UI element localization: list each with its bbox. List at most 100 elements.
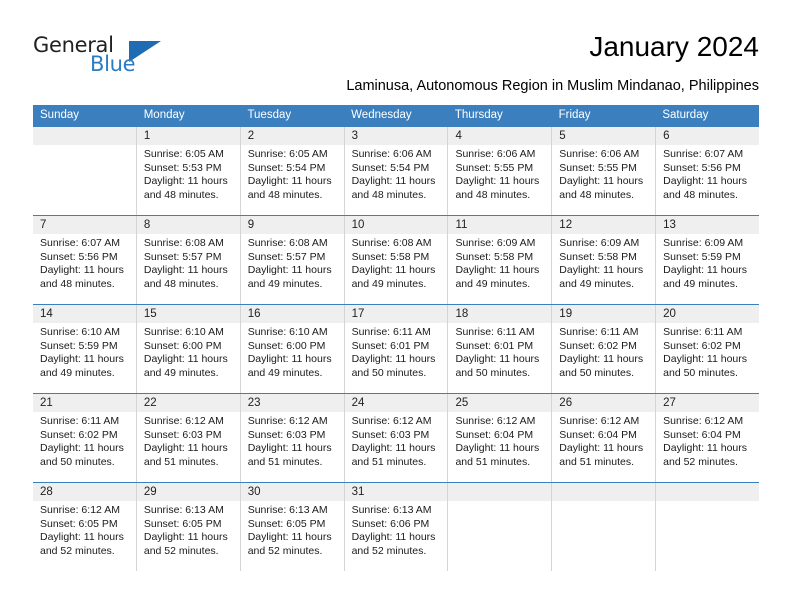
day-info — [33, 145, 136, 148]
day-cell[interactable]: 16 Sunrise: 6:10 AM Sunset: 6:00 PM Dayligh… — [240, 305, 345, 393]
day-cell[interactable]: 9 Sunrise: 6:08 AM Sunset: 5:57 PM Daylight… — [240, 216, 345, 304]
daylight-text-line1: Daylight: 11 hours — [559, 175, 644, 188]
day-cell[interactable]: 19 Sunrise: 6:11 AM Sunset: 6:02 PM Dayligh… — [552, 305, 657, 393]
day-cell[interactable]: 20 Sunrise: 6:11 AM Sunset: 6:02 PM Dayligh… — [656, 305, 760, 393]
day-number: 17 — [344, 305, 448, 323]
day-info: Sunrise: 6:13 AM Sunset: 6:05 PM Daylight:… — [241, 501, 344, 558]
day-cell[interactable]: 24 Sunrise: 6:12 AM Sunset: 6:03 PM Dayligh… — [344, 394, 449, 482]
day-number: 4 — [448, 127, 552, 145]
calendar-week-row: 1 Sunrise: 6:05 AM Sunset: 5:53 PM Daylight… — [33, 126, 760, 215]
day-number: 29 — [136, 483, 240, 501]
page-subtitle: Laminusa, Autonomous Region in Muslim Mi… — [346, 78, 759, 94]
daylight-text-line1: Daylight: 11 hours — [143, 175, 228, 188]
day-info: Sunrise: 6:08 AM Sunset: 5:57 PM Daylight:… — [241, 234, 344, 291]
sunrise-text: Sunrise: 6:11 AM — [351, 326, 431, 338]
day-cell[interactable] — [448, 483, 553, 571]
day-cell[interactable]: 27 Sunrise: 6:12 AM Sunset: 6:04 PM Dayligh… — [656, 394, 760, 482]
day-info: Sunrise: 6:11 AM Sunset: 6:02 PM Daylight:… — [552, 323, 655, 380]
sunrise-text: Sunrise: 6:12 AM — [455, 415, 536, 427]
sunrise-text: Sunrise: 6:12 AM — [663, 415, 744, 427]
sunrise-text: Sunrise: 6:12 AM — [247, 415, 328, 427]
daylight-text-line2: and 49 minutes. — [247, 366, 323, 379]
day-info: Sunrise: 6:12 AM Sunset: 6:05 PM Daylight:… — [33, 501, 136, 558]
day-cell[interactable]: 8 Sunrise: 6:08 AM Sunset: 5:57 PM Daylight… — [136, 216, 241, 304]
daylight-text-line1: Daylight: 11 hours — [455, 442, 540, 455]
day-cell[interactable]: 1 Sunrise: 6:05 AM Sunset: 5:53 PM Daylight… — [136, 127, 241, 215]
day-cell[interactable]: 12 Sunrise: 6:09 AM Sunset: 5:58 PM Dayligh… — [552, 216, 657, 304]
daylight-text-line1: Daylight: 11 hours — [351, 442, 436, 455]
day-cell[interactable]: 5 Sunrise: 6:06 AM Sunset: 5:55 PM Daylight… — [552, 127, 657, 215]
day-cell[interactable]: 29 Sunrise: 6:13 AM Sunset: 6:05 PM Dayligh… — [136, 483, 241, 571]
day-number: 23 — [240, 394, 344, 412]
day-cell[interactable]: 3 Sunrise: 6:06 AM Sunset: 5:54 PM Daylight… — [344, 127, 449, 215]
day-cell[interactable]: 2 Sunrise: 6:05 AM Sunset: 5:54 PM Daylight… — [240, 127, 345, 215]
day-number: 11 — [448, 216, 552, 234]
daylight-text-line2: and 48 minutes. — [663, 188, 738, 201]
day-cell[interactable]: 31 Sunrise: 6:13 AM Sunset: 6:06 PM Dayligh… — [344, 483, 449, 571]
daylight-text-line2: and 49 minutes. — [455, 277, 531, 290]
daylight-text-line1: Daylight: 11 hours — [559, 442, 644, 455]
sunrise-text: Sunrise: 6:05 AM — [247, 148, 328, 160]
day-cell[interactable]: 22 Sunrise: 6:12 AM Sunset: 6:03 PM Dayligh… — [136, 394, 241, 482]
sunset-text: Sunset: 5:55 PM — [559, 161, 637, 174]
day-cell[interactable]: 10 Sunrise: 6:08 AM Sunset: 5:58 PM Dayligh… — [344, 216, 449, 304]
daylight-text-line1: Daylight: 11 hours — [559, 264, 644, 277]
day-number: 27 — [656, 394, 760, 412]
day-cell[interactable]: 7 Sunrise: 6:07 AM Sunset: 5:56 PM Daylight… — [33, 216, 137, 304]
day-cell[interactable]: 30 Sunrise: 6:13 AM Sunset: 6:05 PM Dayligh… — [240, 483, 345, 571]
day-cell[interactable]: 25 Sunrise: 6:12 AM Sunset: 6:04 PM Dayligh… — [448, 394, 553, 482]
day-cell[interactable]: 28 Sunrise: 6:12 AM Sunset: 6:05 PM Dayligh… — [33, 483, 137, 571]
day-number: 25 — [448, 394, 552, 412]
day-info: Sunrise: 6:11 AM Sunset: 6:02 PM Daylight:… — [656, 323, 759, 380]
day-number — [448, 483, 552, 501]
day-number: 6 — [656, 127, 760, 145]
day-cell[interactable]: 6 Sunrise: 6:07 AM Sunset: 5:56 PM Daylight… — [656, 127, 760, 215]
day-info: Sunrise: 6:05 AM Sunset: 5:53 PM Daylight:… — [137, 145, 240, 202]
day-cell[interactable] — [552, 483, 657, 571]
sunrise-text: Sunrise: 6:12 AM — [40, 504, 120, 516]
day-cell[interactable]: 13 Sunrise: 6:09 AM Sunset: 5:59 PM Dayligh… — [656, 216, 760, 304]
day-number: 12 — [552, 216, 656, 234]
sunset-text: Sunset: 5:57 PM — [247, 250, 326, 263]
day-cell[interactable]: 14 Sunrise: 6:10 AM Sunset: 5:59 PM Dayligh… — [33, 305, 137, 393]
day-cell[interactable] — [33, 127, 137, 215]
day-cell[interactable]: 17 Sunrise: 6:11 AM Sunset: 6:01 PM Dayligh… — [344, 305, 449, 393]
daylight-text-line1: Daylight: 11 hours — [663, 175, 748, 188]
day-info: Sunrise: 6:09 AM Sunset: 5:58 PM Daylight:… — [448, 234, 551, 291]
day-cell[interactable]: 21 Sunrise: 6:11 AM Sunset: 6:02 PM Dayligh… — [33, 394, 137, 482]
day-number: 7 — [33, 216, 136, 234]
daylight-text-line1: Daylight: 11 hours — [247, 353, 332, 366]
daylight-text-line2: and 50 minutes. — [663, 366, 738, 379]
day-cell[interactable]: 4 Sunrise: 6:06 AM Sunset: 5:55 PM Daylight… — [448, 127, 553, 215]
day-info: Sunrise: 6:09 AM Sunset: 5:59 PM Daylight:… — [656, 234, 759, 291]
day-cell[interactable]: 11 Sunrise: 6:09 AM Sunset: 5:58 PM Dayligh… — [448, 216, 553, 304]
day-cell[interactable]: 15 Sunrise: 6:10 AM Sunset: 6:00 PM Dayligh… — [136, 305, 241, 393]
daylight-text-line1: Daylight: 11 hours — [247, 175, 332, 188]
general-blue-logo[interactable]: General Blue — [33, 33, 163, 81]
daylight-text-line2: and 48 minutes. — [143, 277, 219, 290]
sunset-text: Sunset: 5:53 PM — [143, 161, 222, 174]
day-number: 14 — [33, 305, 136, 323]
sunrise-text: Sunrise: 6:11 AM — [559, 326, 639, 338]
daylight-text-line2: and 49 minutes. — [40, 366, 115, 379]
day-cell[interactable]: 18 Sunrise: 6:11 AM Sunset: 6:01 PM Dayligh… — [448, 305, 553, 393]
sunset-text: Sunset: 6:03 PM — [143, 428, 222, 441]
daylight-text-line1: Daylight: 11 hours — [663, 264, 748, 277]
daylight-text-line2: and 48 minutes. — [559, 188, 635, 201]
day-cell[interactable]: 26 Sunrise: 6:12 AM Sunset: 6:04 PM Dayligh… — [552, 394, 657, 482]
day-number: 8 — [136, 216, 240, 234]
day-info — [552, 501, 655, 504]
daylight-text-line1: Daylight: 11 hours — [40, 531, 124, 544]
sunrise-text: Sunrise: 6:10 AM — [40, 326, 120, 338]
weekday-header-row: Sunday Monday Tuesday Wednesday Thursday… — [33, 105, 759, 126]
daylight-text-line2: and 51 minutes. — [351, 455, 427, 468]
day-number: 2 — [240, 127, 344, 145]
daylight-text-line2: and 48 minutes. — [247, 188, 323, 201]
weekday-header-sunday: Sunday — [40, 109, 80, 121]
daylight-text-line2: and 49 minutes. — [559, 277, 635, 290]
day-cell[interactable]: 23 Sunrise: 6:12 AM Sunset: 6:03 PM Dayligh… — [240, 394, 345, 482]
day-cell[interactable] — [656, 483, 760, 571]
day-number: 24 — [344, 394, 448, 412]
day-info: Sunrise: 6:06 AM Sunset: 5:54 PM Daylight:… — [345, 145, 448, 202]
day-number: 9 — [240, 216, 344, 234]
